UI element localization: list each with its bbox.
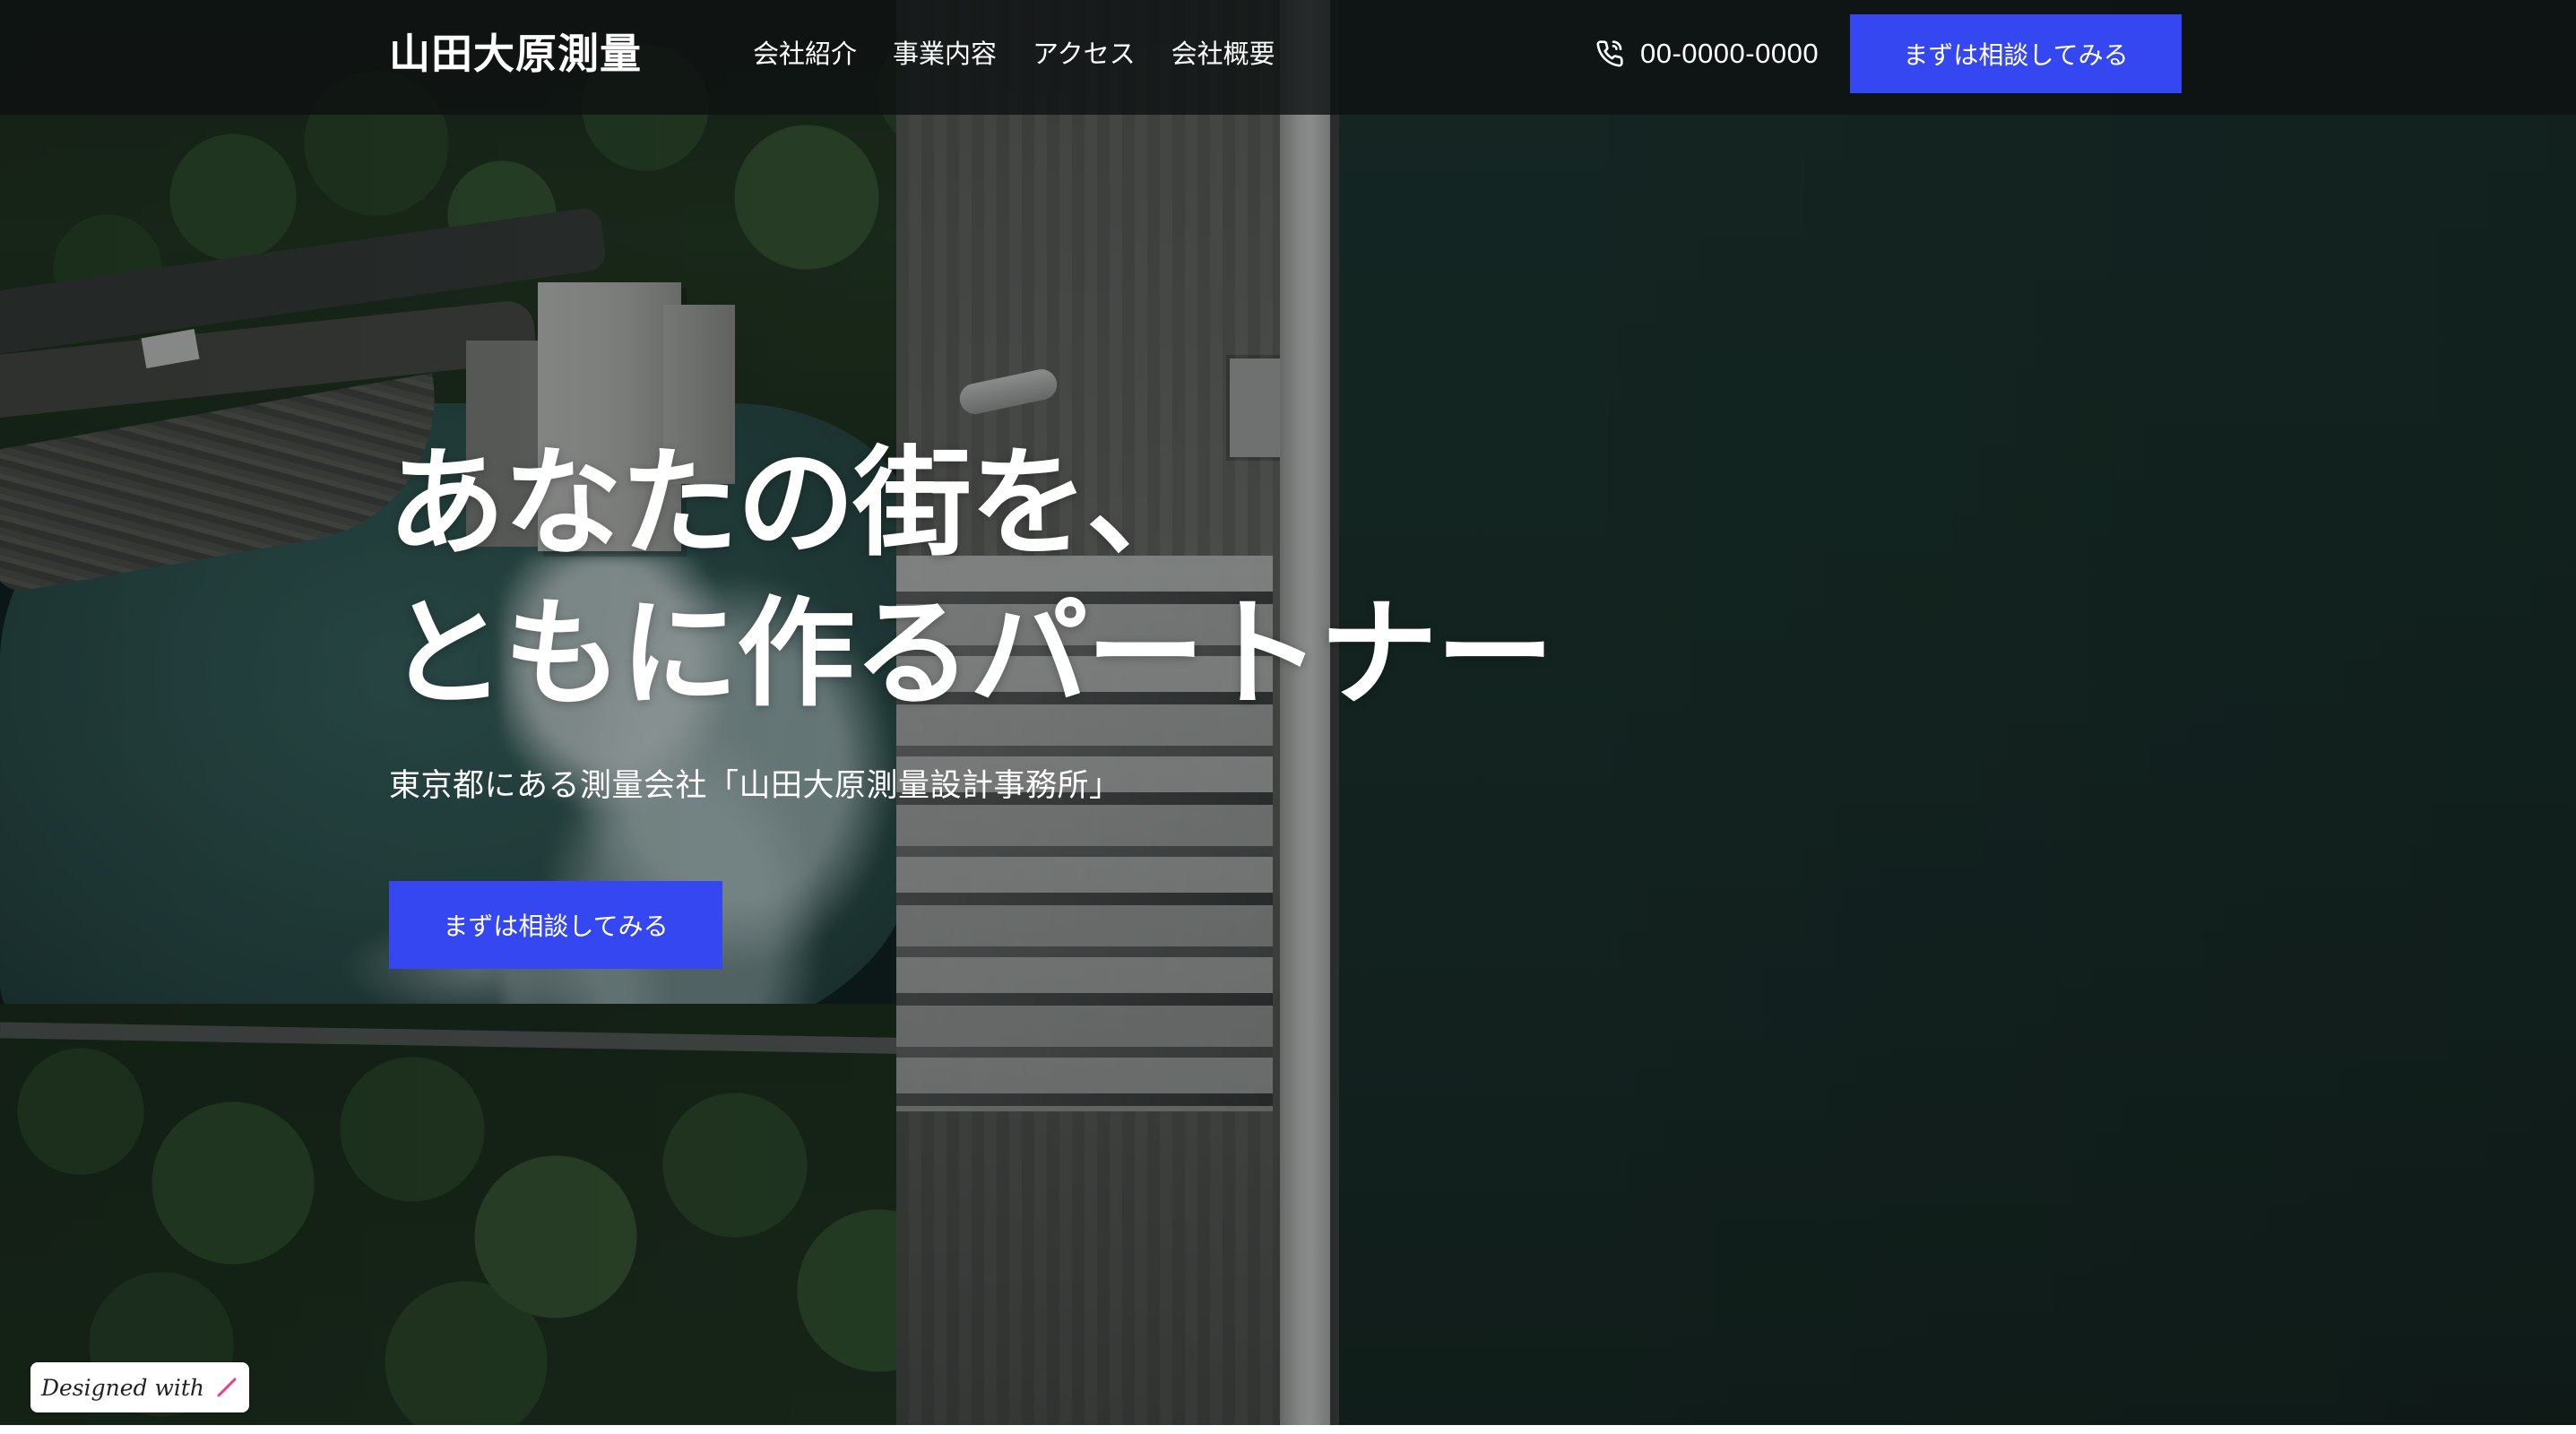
main-nav: 会社紹介 事業内容 アクセス 会社概要 [753, 34, 1275, 73]
nav-item-company-overview[interactable]: 会社概要 [1171, 34, 1275, 73]
hero-headline-line-2: ともに作るパートナー [387, 585, 1554, 723]
hero-headline: あなたの街を、 ともに作るパートナー [387, 428, 1554, 730]
page-bottom-strip [0, 1425, 2576, 1434]
badge-label: Designed with [40, 1374, 205, 1401]
site-logo[interactable]: 山田大原測量 [389, 25, 642, 82]
hero-consult-button[interactable]: まずは相談してみる [389, 881, 722, 969]
phone-number: 00-0000-0000 [1640, 38, 1820, 69]
hero-subtitle: 東京都にある測量会社「山田大原測量設計事務所」 [389, 768, 1121, 804]
site-header: 山田大原測量 会社紹介 事業内容 アクセス 会社概要 00-0000-0000 … [0, 0, 2576, 115]
designed-with-badge[interactable]: Designed with [30, 1362, 249, 1412]
header-consult-button[interactable]: まずは相談してみる [1850, 14, 2182, 93]
nav-item-access[interactable]: アクセス [1033, 34, 1136, 73]
phone-icon [1595, 39, 1624, 68]
nav-item-company-intro[interactable]: 会社紹介 [753, 34, 857, 73]
hero-headline-line-1: あなたの街を、 [387, 435, 1205, 573]
nav-item-services[interactable]: 事業内容 [893, 34, 997, 73]
pen-stroke-icon [215, 1376, 238, 1399]
phone-contact[interactable]: 00-0000-0000 [1595, 34, 1819, 73]
